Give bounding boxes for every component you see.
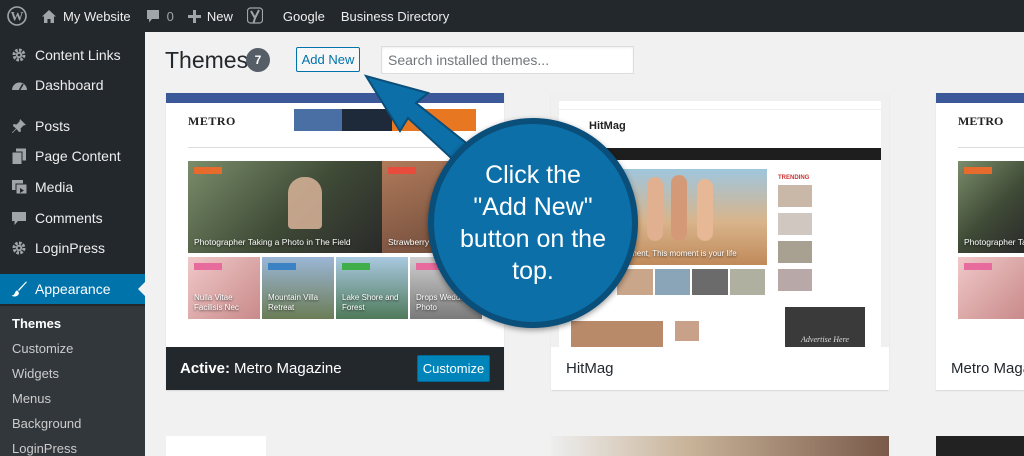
- callout-text: Click the "Add New" button on the top.: [460, 161, 606, 285]
- instruction-callout: Click the "Add New" button on the top.: [428, 118, 638, 328]
